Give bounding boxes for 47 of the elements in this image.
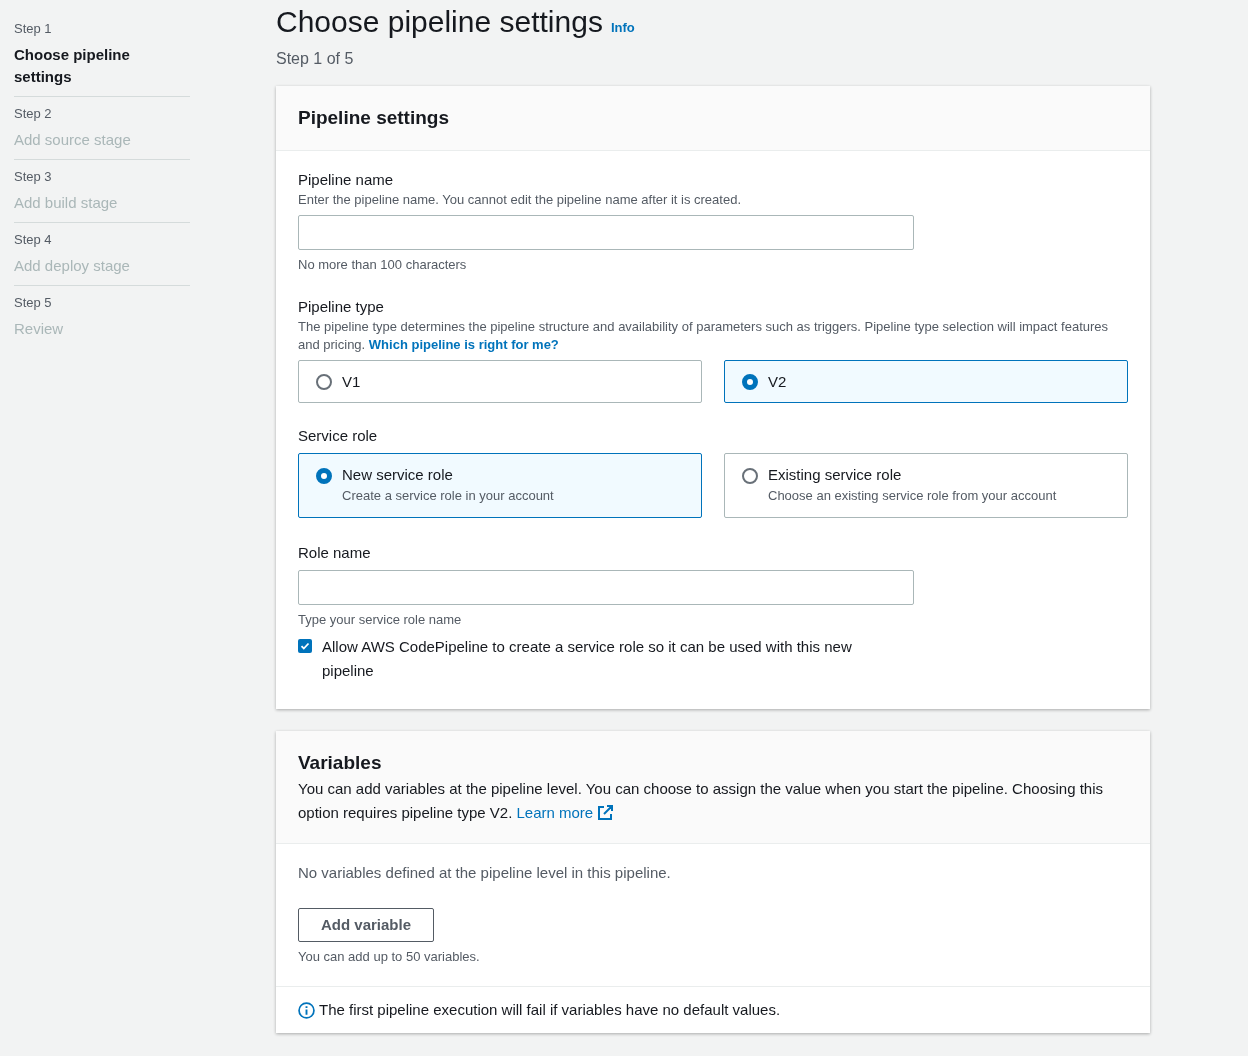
field-label: Role name <box>298 544 372 562</box>
field-label: Pipeline type <box>298 298 385 316</box>
step-number: Step 5 <box>14 294 53 312</box>
field-constraint: Type your service role name <box>298 611 463 629</box>
info-link[interactable]: Info <box>610 10 635 46</box>
role-name-input[interactable] <box>298 570 914 605</box>
service-role-option[interactable]: New service role Create a service role in your account <box>298 453 702 518</box>
option-description: Create a service role in your account <box>342 487 554 505</box>
step-number: Step 3 <box>14 168 53 186</box>
field-description: Enter the pipeline name. You cannot edit the pipeline name after it is created. <box>298 191 742 209</box>
option-label: V2 <box>768 372 787 391</box>
external-link-icon <box>597 805 614 821</box>
info-icon <box>298 1001 315 1019</box>
step-number: Step 1 <box>14 20 53 38</box>
step-number: Step 2 <box>14 105 53 123</box>
page-title: Choose pipeline settings <box>276 4 603 40</box>
field-constraint: You can add up to 50 variables. <box>298 948 481 966</box>
help-link[interactable]: Which pipeline is right for me? <box>368 337 559 352</box>
pipeline-type-option[interactable]: V1 <box>298 360 702 403</box>
notice-text: The first pipeline execution will fail if variables have no default values. <box>319 1001 781 1019</box>
radio-button[interactable] <box>742 468 758 484</box>
add-variable-button[interactable]: Add variable <box>298 908 435 942</box>
field-description: The pipeline type determines the pipeline structure and availability of parameters such as triggers. Pipeline type selection will impact features and pricing. Which pipeline is right for me? <box>298 318 1110 354</box>
field-label: Service role <box>298 427 379 445</box>
field-label: Pipeline name <box>298 171 395 189</box>
empty-state-text: No variables defined at the pipeline level in this pipeline. <box>298 864 672 882</box>
pipeline-name-input[interactable] <box>298 215 914 250</box>
panel-description: You can add variables at the pipeline level. You can choose to assign the value when you start the pipeline. Choosing this option requires pipeline type V2. Learn more <box>298 777 1128 825</box>
page-subtitle: Step 1 of 5 <box>276 50 355 68</box>
option-description: Choose an existing service role from your account <box>768 487 1057 505</box>
checkbox-label: Allow AWS CodePipeline to create a service role so it can be used with this new pipeline <box>322 637 853 681</box>
pipeline-type-option[interactable]: V2 <box>724 360 1128 403</box>
option-label: V1 <box>342 372 361 391</box>
radio-button[interactable] <box>316 468 332 484</box>
service-role-option[interactable]: Existing service role Choose an existing service role from your account <box>724 453 1128 518</box>
step-number: Step 4 <box>14 231 53 249</box>
panel-heading: Variables <box>298 751 383 775</box>
step-title[interactable]: Choose pipeline settings <box>14 44 144 88</box>
field-constraint: No more than 100 characters <box>298 256 468 274</box>
option-label: New service role <box>342 466 454 484</box>
panel-heading: Pipeline settings <box>298 106 450 130</box>
radio-button[interactable] <box>316 373 332 390</box>
option-label: Existing service role <box>768 466 903 484</box>
checkbox[interactable] <box>298 639 312 653</box>
checkmark-icon <box>300 641 310 651</box>
radio-button[interactable] <box>742 373 758 390</box>
learn-more-link[interactable]: Learn more <box>516 801 614 825</box>
